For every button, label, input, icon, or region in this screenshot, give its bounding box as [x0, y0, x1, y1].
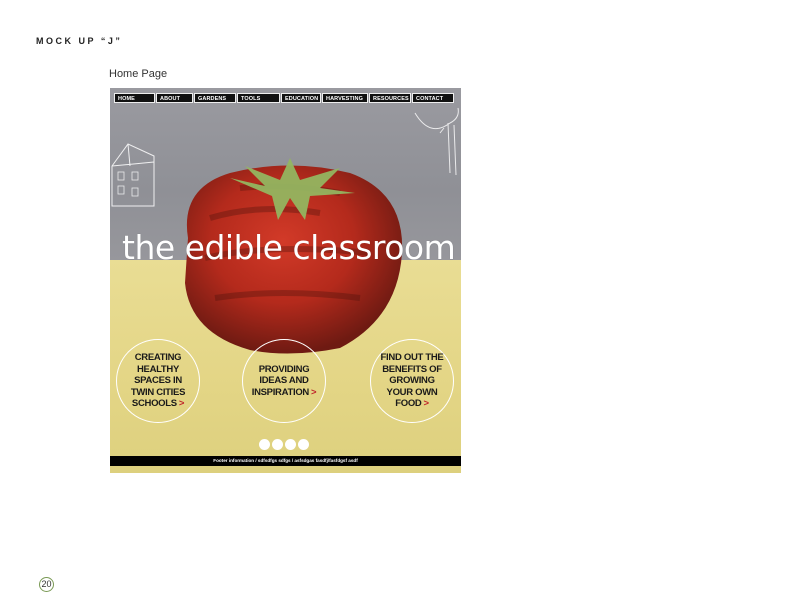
feature-healthy-spaces[interactable]: CREATING HEALTHY SPACES IN TWIN CITIES S… — [116, 339, 200, 423]
nav-tools[interactable]: TOOLS — [237, 93, 280, 103]
nav-resources[interactable]: RESOURCES — [369, 93, 411, 103]
page-label: Home Page — [109, 68, 168, 80]
nav-contact[interactable]: CONTACT — [412, 93, 454, 103]
slide-dots — [259, 439, 309, 450]
slide-dot[interactable] — [285, 439, 296, 450]
main-nav: HOME ABOUT GARDENS TOOLS EDUCATION HARVE… — [114, 93, 456, 104]
house-sketch-icon — [111, 143, 155, 207]
arrow-icon: > — [423, 398, 430, 410]
slide-dot[interactable] — [259, 439, 270, 450]
feature-text: FIND OUT THE BENEFITS OF GROWING YOUR OW… — [380, 352, 444, 410]
nav-about[interactable]: ABOUT — [156, 93, 193, 103]
nav-education[interactable]: EDUCATION — [281, 93, 321, 103]
arrow-icon: > — [310, 386, 317, 398]
slide-dot[interactable] — [272, 439, 283, 450]
mockup-title: MOCK UP “J” — [36, 36, 123, 46]
nav-home[interactable]: HOME — [114, 93, 155, 103]
website-mockup: HOME ABOUT GARDENS TOOLS EDUCATION HARVE… — [110, 88, 461, 473]
nav-harvesting[interactable]: HARVESTING — [322, 93, 368, 103]
nav-gardens[interactable]: GARDENS — [194, 93, 236, 103]
tree-sketch-icon — [414, 107, 459, 176]
page-number: 20 — [39, 577, 54, 592]
feature-text: CREATING HEALTHY SPACES IN TWIN CITIES S… — [130, 352, 186, 410]
site-footer: Footer information / sdfsdfgs sdfgs / as… — [110, 456, 461, 466]
feature-text: PROVIDING IDEAS AND INSPIRATION — [251, 363, 310, 398]
arrow-icon: > — [178, 398, 185, 410]
feature-ideas-inspiration[interactable]: PROVIDING IDEAS AND INSPIRATION > — [242, 339, 326, 423]
feature-grow-food[interactable]: FIND OUT THE BENEFITS OF GROWING YOUR OW… — [370, 339, 454, 423]
hero-title: the edible classroom — [122, 228, 456, 267]
slide-dot[interactable] — [298, 439, 309, 450]
